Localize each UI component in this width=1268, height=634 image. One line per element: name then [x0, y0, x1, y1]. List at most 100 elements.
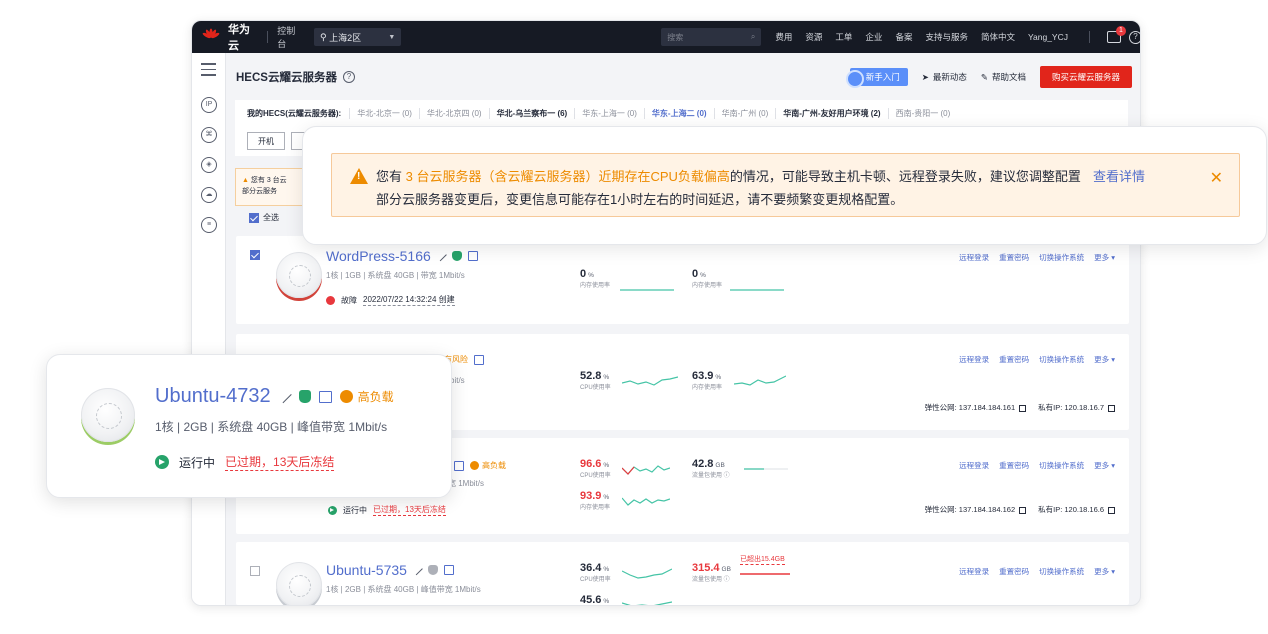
instance-callout-ubuntu-4732: Ubuntu-4732 高负载 1核 | 2GB | 系统盘 40GB | 峰值…	[46, 354, 452, 498]
nav-link-language[interactable]: 简体中文	[981, 31, 1015, 43]
close-icon[interactable]: ✕	[1210, 168, 1223, 188]
instance-spec-partial: bit/s	[450, 376, 465, 385]
more-dropdown[interactable]: 更多 ▾	[1094, 566, 1115, 577]
instance-card-wordpress: WordPress-5166 1核 | 1GB | 系统盘 40GB | 带宽 …	[236, 236, 1129, 324]
monitor-icon[interactable]	[318, 390, 332, 403]
metric-caption: 内存使用率	[580, 505, 611, 511]
message-count-badge: 1	[1116, 26, 1126, 36]
region-tab[interactable]: 华南-广州-友好用户环境 (2)	[775, 107, 887, 119]
shield-icon[interactable]	[451, 251, 462, 261]
monitor-icon[interactable]	[474, 354, 484, 365]
instance-name[interactable]: Ubuntu-4732 高负载	[155, 385, 394, 408]
row-checkbox[interactable]	[250, 250, 260, 260]
region-tab[interactable]: 华北-北京一 (0)	[349, 107, 419, 119]
brand-name[interactable]: 华为云	[228, 21, 258, 53]
search-input[interactable]: 搜索 ⌕	[661, 28, 762, 46]
sparkline	[622, 497, 670, 506]
metric-unit: %	[603, 462, 610, 469]
running-icon	[155, 455, 169, 469]
more-dropdown[interactable]: 更多 ▾	[1094, 460, 1115, 471]
cloud-disk-icon[interactable]: ☁	[201, 187, 217, 203]
monitor-icon[interactable]	[467, 251, 478, 261]
ip-icon[interactable]: IP	[201, 97, 217, 113]
region-tab-selected[interactable]: 华东-上海二 (0)	[643, 107, 714, 119]
region-tab[interactable]: 华东-上海一 (0)	[574, 107, 644, 119]
reset-password-link[interactable]: 重置密码	[999, 252, 1029, 263]
row-actions: 远程登录 重置密码 切换操作系统 更多 ▾	[959, 252, 1115, 263]
buy-server-button[interactable]: 购买云耀云服务器	[1039, 66, 1132, 88]
edit-icon[interactable]	[412, 564, 423, 576]
edit-icon[interactable]	[277, 389, 292, 404]
switch-os-link[interactable]: 切换操作系统	[1039, 566, 1084, 577]
newbie-guide-button[interactable]: 新手入门	[845, 68, 908, 88]
copy-icon[interactable]	[1019, 506, 1027, 514]
reset-password-link[interactable]: 重置密码	[999, 354, 1029, 365]
region-selector[interactable]: ⚲ 上海2区 ▼	[314, 28, 402, 46]
ubuntu-os-icon	[81, 388, 135, 442]
switch-os-link[interactable]: 切换操作系统	[1039, 354, 1084, 365]
view-details-link[interactable]: 查看详情	[1093, 169, 1145, 184]
expired-notice[interactable]: 已过期，13天后冻结	[225, 453, 335, 471]
high-load-icon	[339, 390, 353, 403]
row-checkbox[interactable]	[250, 566, 260, 576]
copy-icon[interactable]	[1019, 404, 1027, 412]
region-tab[interactable]: 华北-乌兰察布一 (6)	[488, 107, 575, 119]
nav-link-filing[interactable]: 备案	[895, 31, 912, 43]
more-dropdown[interactable]: 更多 ▾	[1094, 252, 1115, 263]
remote-login-link[interactable]: 远程登录	[959, 252, 989, 263]
memory-metric: 63.9% 内存使用率	[692, 370, 786, 391]
storage-icon[interactable]: ≡	[201, 217, 217, 233]
security-shield-icon[interactable]: ◈	[201, 157, 217, 173]
monitor-icon[interactable]	[443, 565, 454, 575]
power-on-button[interactable]: 开机	[247, 132, 285, 150]
instance-name-text[interactable]: Ubuntu-4732	[155, 385, 271, 408]
remote-login-link[interactable]: 远程登录	[959, 460, 989, 471]
huawei-logo-icon[interactable]	[202, 28, 220, 46]
shield-icon[interactable]	[427, 565, 438, 575]
menu-icon[interactable]	[201, 63, 216, 80]
instance-name-text[interactable]: Ubuntu-5735	[326, 562, 407, 578]
remote-login-link[interactable]: 远程登录	[959, 566, 989, 577]
ip-addresses: 弹性公网: 137.184.184.162 私有IP: 120.18.16.6	[925, 504, 1115, 515]
search-icon[interactable]: ⌕	[751, 32, 755, 42]
remote-login-link[interactable]: 远程登录	[959, 354, 989, 365]
edit-icon[interactable]	[435, 250, 447, 262]
more-dropdown[interactable]: 更多 ▾	[1094, 354, 1115, 365]
help-icon[interactable]: ?	[1129, 30, 1140, 44]
switch-os-link[interactable]: 切换操作系统	[1039, 460, 1084, 471]
reset-password-link[interactable]: 重置密码	[999, 566, 1029, 577]
copy-icon[interactable]	[1108, 506, 1115, 514]
instance-name-text[interactable]: WordPress-5166	[326, 248, 431, 264]
news-link[interactable]: ➤ 最新动态	[922, 71, 967, 83]
monitor-icon[interactable]	[454, 460, 464, 471]
nav-link-fees[interactable]: 费用	[775, 31, 792, 43]
nav-link-resources[interactable]: 资源	[805, 31, 822, 43]
region-tab[interactable]: 华南-广州 (0)	[713, 107, 776, 119]
nav-link-enterprise[interactable]: 企业	[865, 31, 882, 43]
shield-icon[interactable]	[298, 390, 311, 403]
expired-notice[interactable]: 已过期，13天后冻结	[373, 504, 446, 516]
region-tab[interactable]: 西南-贵阳一 (0)	[887, 107, 958, 119]
nav-link-tickets[interactable]: 工单	[835, 31, 852, 43]
instance-name[interactable]: Ubuntu-5735	[326, 562, 454, 578]
copy-icon[interactable]	[1108, 404, 1115, 412]
instance-status: 故障 2022/07/22 14:32:24 创建	[326, 294, 455, 306]
network-icon[interactable]: ⌘	[201, 127, 217, 143]
high-load-label: 高负载	[357, 390, 394, 404]
reset-password-link[interactable]: 重置密码	[999, 460, 1029, 471]
switch-os-link[interactable]: 切换操作系统	[1039, 252, 1084, 263]
select-all-checkbox[interactable]	[249, 212, 259, 223]
usage-bar	[744, 468, 788, 470]
region-tab[interactable]: 华北-北京四 (0)	[418, 107, 489, 119]
document-icon: ✎	[980, 71, 988, 82]
help-icon[interactable]: ?	[342, 71, 355, 83]
select-all[interactable]: 全选	[249, 212, 279, 223]
console-link[interactable]: 控制台	[277, 24, 302, 50]
high-load-label: 高负载	[482, 461, 506, 470]
instance-name[interactable]: WordPress-5166	[326, 248, 478, 264]
nav-link-user[interactable]: Yang_YCJ	[1028, 32, 1068, 42]
nav-link-support[interactable]: 支持与服务	[925, 31, 968, 43]
metric-value: 45.6	[580, 594, 602, 605]
docs-link[interactable]: ✎ 帮助文档	[981, 71, 1026, 83]
message-icon[interactable]: 1	[1107, 26, 1126, 43]
